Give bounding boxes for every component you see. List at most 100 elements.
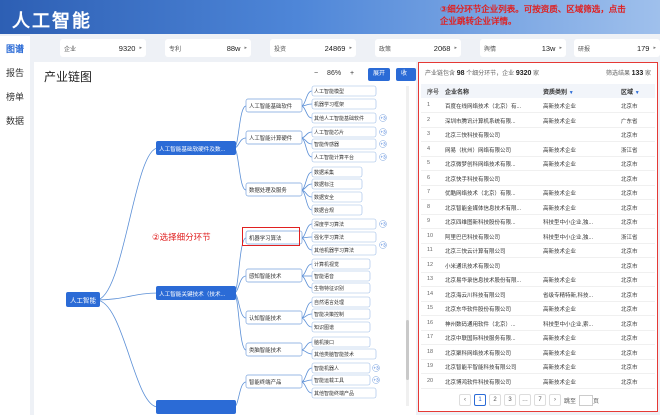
- tree-l3-node[interactable]: 智能传感器: [314, 141, 339, 148]
- tree-l3-node[interactable]: 机器学习框架: [314, 101, 344, 108]
- enterprise-name[interactable]: 北京四维图新科技股份有限...: [445, 218, 541, 226]
- enterprise-name[interactable]: 北京微梦创科网络技术有限...: [445, 160, 541, 168]
- table-row[interactable]: 16 神州数码通用软件（北京）... 科技型中小企业,索... 北京市: [421, 317, 655, 331]
- tree-l1-node[interactable]: 人工智能关键技术（技术...: [159, 290, 226, 298]
- page-button[interactable]: 2: [489, 394, 501, 406]
- tree-l2-node[interactable]: 认知智能技术: [249, 314, 282, 322]
- tree-root-node[interactable]: 人工智能: [70, 296, 97, 305]
- tree-l3-node[interactable]: 强化学习算法: [314, 234, 344, 241]
- enterprise-name[interactable]: 网易（杭州）网络有限公司: [445, 146, 541, 154]
- filter-icon[interactable]: ▼: [635, 90, 640, 96]
- table-row[interactable]: 13 北京易华录信息技术股份有限... 高新技术企业 北京市: [421, 273, 655, 287]
- tree-l2-node[interactable]: 人工智能基础软件: [249, 102, 293, 110]
- enterprise-name[interactable]: 北京三快云计算有限公司: [445, 247, 541, 255]
- tree-l3-node[interactable]: 数据标注: [314, 181, 334, 188]
- tree-l3-node[interactable]: 智能机器人: [314, 365, 339, 372]
- expand-badge[interactable]: +3: [381, 243, 387, 248]
- table-row[interactable]: 9 北京四维图新科技股份有限... 科技型中小企业,独... 北京市: [421, 215, 655, 229]
- tree-l3-node[interactable]: 自然语言处理: [314, 299, 344, 306]
- tree-l3-node[interactable]: 人工智能芯片: [314, 129, 344, 136]
- table-row[interactable]: 2 深圳市腾讯计算机系统有限... 高新技术企业 广东省: [421, 114, 655, 128]
- enterprise-name[interactable]: 北京智能平智能科技有限公司: [445, 363, 541, 371]
- tree-l3-node[interactable]: 其他人工智能基础软件: [314, 115, 364, 122]
- table-row[interactable]: 15 北京东华软件股份有限公司 高新技术企业 北京市: [421, 302, 655, 316]
- stat-enterprise[interactable]: 企业 9320 ▸: [60, 39, 146, 57]
- tree-l2-node[interactable]: 人工智能计算硬件: [249, 134, 293, 142]
- sidebar-item-rank[interactable]: 榜单: [4, 90, 26, 103]
- enterprise-name[interactable]: 北京快手科技有限公司: [445, 175, 541, 183]
- enterprise-name[interactable]: 小米通讯技术有限公司: [445, 262, 541, 270]
- enterprise-name[interactable]: 百度在线网络技术（北京）有...: [445, 102, 541, 110]
- tree-l3-node[interactable]: 脑机接口: [314, 339, 334, 346]
- expand-badge[interactable]: +3: [381, 116, 387, 121]
- tree-l3-node[interactable]: 其他类脑智能技术: [314, 351, 354, 358]
- enterprise-name[interactable]: 阿里巴巴科技有限公司: [445, 233, 541, 241]
- enterprise-name[interactable]: 北京易华录信息技术股份有限...: [445, 276, 541, 284]
- table-row[interactable]: 19 北京智能平智能科技有限公司 高新技术企业 北京市: [421, 360, 655, 374]
- tree-l3-node[interactable]: 人工智能计算平台: [314, 154, 354, 161]
- enterprise-name[interactable]: 北京智能金媒体信息技术有限...: [445, 204, 541, 212]
- next-page-button[interactable]: ›: [549, 394, 561, 406]
- page-button[interactable]: 7: [534, 394, 546, 406]
- scrollbar-thumb[interactable]: [406, 320, 409, 380]
- table-row[interactable]: 7 优酷网络技术（北京）有限... 高新技术企业 北京市: [421, 186, 655, 200]
- tree-l3-node[interactable]: 其他机器学习算法: [314, 247, 354, 254]
- table-row[interactable]: 20 北京博鸿软件科技有限公司 高新技术企业 北京市: [421, 375, 655, 389]
- tree-l3-node[interactable]: 知识图谱: [314, 324, 334, 331]
- tree-l3-node[interactable]: 人工智能模型: [314, 88, 344, 95]
- table-row[interactable]: 4 网易（杭州）网络有限公司 高新技术企业 浙江省: [421, 143, 655, 157]
- enterprise-name[interactable]: 优酷网络技术（北京）有限...: [445, 189, 541, 197]
- table-row[interactable]: 18 北京聚科网络技术有限公司 高新技术企业 北京市: [421, 346, 655, 360]
- expand-badge[interactable]: +3: [381, 155, 387, 160]
- enterprise-name[interactable]: 北京三快科技有限公司: [445, 131, 541, 139]
- page-button[interactable]: 1: [474, 394, 486, 406]
- tree-l3-node[interactable]: 生物特征识别: [314, 285, 344, 292]
- prev-page-button[interactable]: ‹: [459, 394, 471, 406]
- table-row[interactable]: 11 北京三快云计算有限公司 高新技术企业 北京市: [421, 244, 655, 258]
- tree-l3-node[interactable]: 数据合规: [314, 207, 334, 214]
- expand-badge[interactable]: +3: [374, 378, 380, 383]
- expand-badge[interactable]: +3: [381, 130, 387, 135]
- table-row[interactable]: 5 北京微梦创科网络技术有限... 高新技术企业 北京市: [421, 157, 655, 171]
- expand-badge[interactable]: +3: [381, 222, 387, 227]
- tree-l3-node[interactable]: 数据采集: [314, 169, 334, 176]
- table-row[interactable]: 3 北京三快科技有限公司 北京市: [421, 128, 655, 142]
- tree-l2-node[interactable]: 感知智能技术: [249, 272, 282, 280]
- header-area[interactable]: 区域 ▼: [621, 87, 651, 96]
- enterprise-name[interactable]: 北京中联国际科技服务有限...: [445, 334, 541, 342]
- tree-l3-node[interactable]: 计算机视觉: [314, 261, 339, 268]
- enterprise-name[interactable]: 神州数码通用软件（北京）...: [445, 320, 541, 328]
- stat-patent[interactable]: 专利 88w ▸: [165, 39, 251, 57]
- stat-sentiment[interactable]: 舆情 13w ▸: [480, 39, 566, 57]
- enterprise-name[interactable]: 北京海云川科技有限公司: [445, 291, 541, 299]
- sidebar-item-graph[interactable]: 图谱: [4, 42, 26, 55]
- header-type[interactable]: 资质类别 ▼: [543, 87, 617, 96]
- table-row[interactable]: 6 北京快手科技有限公司 北京市: [421, 172, 655, 186]
- tree-l2-node[interactable]: 类脑智能技术: [249, 346, 282, 354]
- page-jump-input[interactable]: [579, 394, 594, 406]
- enterprise-name[interactable]: 深圳市腾讯计算机系统有限...: [445, 117, 541, 125]
- sidebar-item-data[interactable]: 数据: [4, 114, 26, 127]
- tree-l3-node[interactable]: 深度学习算法: [314, 221, 344, 228]
- tree-l2-node[interactable]: 智能终端产品: [249, 378, 281, 386]
- table-row[interactable]: 17 北京中联国际科技服务有限... 高新技术企业 北京市: [421, 331, 655, 345]
- table-row[interactable]: 8 北京智能金媒体信息技术有限... 高新技术企业 北京市: [421, 201, 655, 215]
- table-row[interactable]: 1 百度在线网络技术（北京）有... 高新技术企业 北京市: [421, 99, 655, 113]
- tree-l3-node[interactable]: 智能运载工具: [314, 377, 344, 384]
- tree-l2-node[interactable]: 数据处理及服务: [249, 186, 287, 194]
- expand-badge[interactable]: +3: [381, 142, 387, 147]
- table-row[interactable]: 14 北京海云川科技有限公司 省级专精特新,科技... 北京市: [421, 288, 655, 302]
- enterprise-name[interactable]: 北京聚科网络技术有限公司: [445, 349, 541, 357]
- filter-icon[interactable]: ▼: [569, 90, 574, 96]
- table-row[interactable]: 10 阿里巴巴科技有限公司 科技型中小企业,独... 浙江省: [421, 230, 655, 244]
- tree-l1-node[interactable]: 人工智能基础软硬件及数...: [159, 145, 226, 153]
- tree-l3-node[interactable]: 智能语音: [314, 273, 334, 280]
- enterprise-name[interactable]: 北京东华软件股份有限公司: [445, 305, 541, 313]
- enterprise-name[interactable]: 北京博鸿软件科技有限公司: [445, 378, 541, 386]
- table-row[interactable]: 12 小米通讯技术有限公司 北京市: [421, 259, 655, 273]
- stat-policy[interactable]: 政策 2068 ▸: [375, 39, 461, 57]
- stat-research[interactable]: 研报 179 ▸: [574, 39, 660, 57]
- expand-badge[interactable]: +3: [374, 366, 380, 371]
- tree-l3-node[interactable]: 数据安全: [314, 194, 334, 201]
- sidebar-item-report[interactable]: 报告: [4, 66, 26, 79]
